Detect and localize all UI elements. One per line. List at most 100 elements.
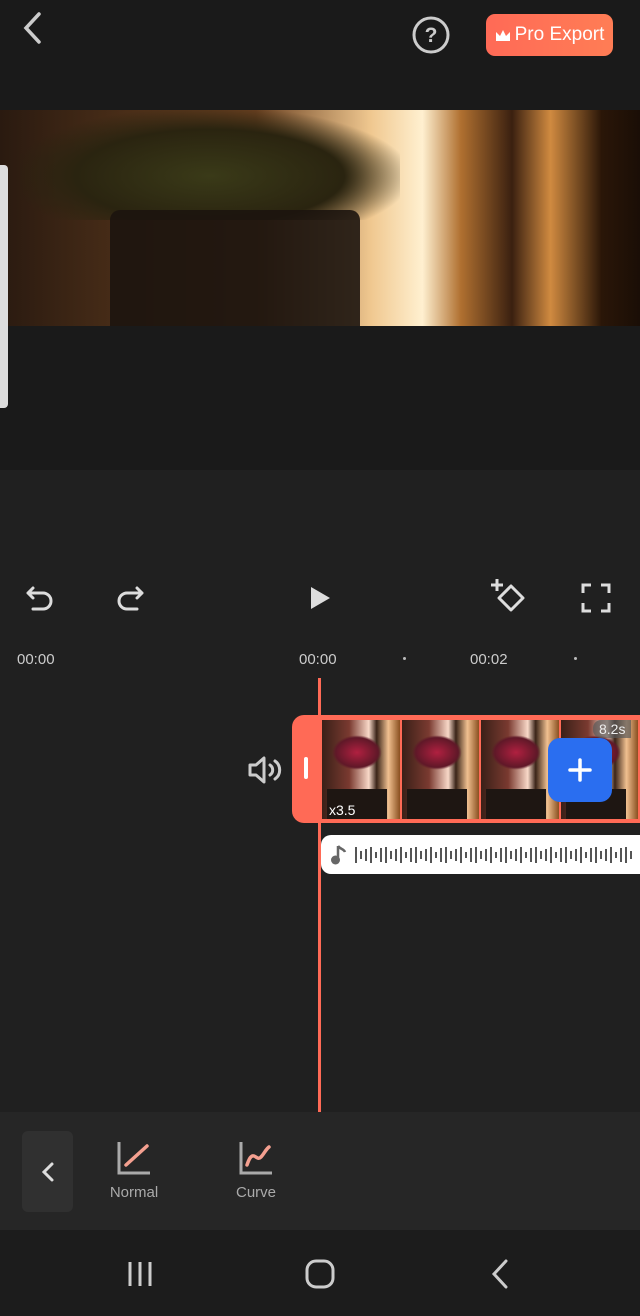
preview-pot (110, 210, 360, 326)
waveform-bar (425, 848, 427, 861)
help-button[interactable]: ? (410, 14, 452, 56)
waveform-bar (550, 846, 552, 863)
waveform-bar (435, 851, 437, 858)
waveform-bar (585, 851, 587, 858)
preview-foliage (20, 110, 400, 220)
add-keyframe-icon (491, 579, 525, 612)
waveform-bar (475, 846, 477, 863)
ruler-dot (403, 657, 406, 660)
waveform-bar (420, 850, 422, 859)
svg-text:?: ? (425, 24, 438, 47)
waveform-bar (615, 851, 617, 858)
waveform-bar (455, 848, 457, 861)
video-preview[interactable] (0, 110, 640, 326)
waveform-bar (570, 850, 572, 859)
waveform-bar (430, 846, 432, 863)
waveform-bar (600, 850, 602, 859)
add-clip-button[interactable] (548, 738, 612, 802)
redo-icon (117, 586, 144, 611)
waveform-bar (445, 846, 447, 863)
redo-button[interactable] (110, 578, 150, 618)
recents-button[interactable] (120, 1256, 160, 1292)
speed-mode-normal[interactable]: Normal (104, 1140, 164, 1201)
waveform-bar (380, 847, 382, 862)
waveform-bar (620, 847, 622, 862)
waveform-bar (545, 848, 547, 861)
waveform-bar (465, 851, 467, 858)
waveform-bar (415, 846, 417, 863)
add-keyframe-button[interactable] (486, 576, 530, 618)
speed-mode-curve[interactable]: Curve (226, 1140, 286, 1201)
mute-button[interactable] (246, 752, 284, 788)
waveform-bar (400, 846, 402, 863)
waveform-bar (625, 846, 627, 863)
waveform-bar (630, 850, 632, 859)
waveform-bar (520, 846, 522, 863)
toolbar-back-button[interactable] (22, 1131, 73, 1212)
back-button[interactable] (14, 10, 50, 46)
ruler-tick-label: 00:02 (470, 651, 508, 668)
pro-export-button[interactable]: Pro Export (486, 14, 613, 56)
audio-waveform (355, 845, 632, 865)
waveform-bar (395, 848, 397, 861)
waveform-bar (485, 848, 487, 861)
speed-mode-label: Normal (109, 1184, 159, 1201)
waveform-bar (535, 846, 537, 863)
waveform-bar (590, 847, 592, 862)
chevron-left-icon (41, 1162, 53, 1181)
waveform-bar (595, 846, 597, 863)
waveform-bar (500, 847, 502, 862)
playhead[interactable] (318, 678, 321, 1112)
thumbnail (401, 720, 479, 819)
speed-toolbar (0, 1112, 640, 1230)
speaker-icon (248, 756, 282, 784)
clip-speed: x3.5 (329, 802, 356, 818)
undo-button[interactable] (20, 578, 60, 618)
waveform-bar (580, 846, 582, 863)
waveform-bar (360, 850, 362, 859)
waveform-bar (605, 848, 607, 861)
play-button[interactable] (300, 578, 340, 618)
side-slider-handle[interactable] (0, 165, 8, 408)
waveform-bar (460, 846, 462, 863)
waveform-bar (505, 846, 507, 863)
home-button[interactable] (300, 1256, 340, 1292)
waveform-bar (470, 847, 472, 862)
question-circle-icon: ? (412, 16, 450, 54)
waveform-bar (390, 850, 392, 859)
waveform-bar (440, 847, 442, 862)
current-time: 00:00 (17, 651, 55, 668)
fullscreen-button[interactable] (576, 578, 616, 618)
waveform-bar (375, 851, 377, 858)
waveform-bar (405, 851, 407, 858)
waveform-bar (555, 851, 557, 858)
linear-speed-icon (117, 1142, 150, 1175)
ruler-tick-label: 00:00 (299, 651, 337, 668)
back-icon (491, 1259, 508, 1289)
waveform-bar (565, 846, 567, 863)
waveform-bar (450, 850, 452, 859)
audio-track[interactable] (321, 835, 640, 874)
waveform-bar (560, 847, 562, 862)
waveform-bar (385, 846, 387, 863)
nav-back-button[interactable] (480, 1256, 520, 1292)
waveform-bar (610, 846, 612, 863)
crown-icon (495, 29, 510, 41)
waveform-bar (525, 851, 527, 858)
pro-export-label: Pro Export (514, 24, 605, 45)
play-icon (311, 587, 330, 609)
fullscreen-icon (581, 583, 611, 613)
trim-handle[interactable] (304, 757, 308, 779)
plus-icon (568, 758, 592, 782)
ruler-dot (574, 657, 577, 660)
home-icon (305, 1259, 335, 1289)
waveform-bar (490, 846, 492, 863)
waveform-bar (495, 851, 497, 858)
clip-duration: 8.2s (593, 720, 632, 738)
waveform-bar (410, 847, 412, 862)
speed-mode-label: Curve (235, 1184, 276, 1201)
undo-icon (26, 586, 53, 611)
waveform-bar (530, 847, 532, 862)
waveform-bar (370, 846, 372, 863)
waveform-bar (575, 848, 577, 861)
